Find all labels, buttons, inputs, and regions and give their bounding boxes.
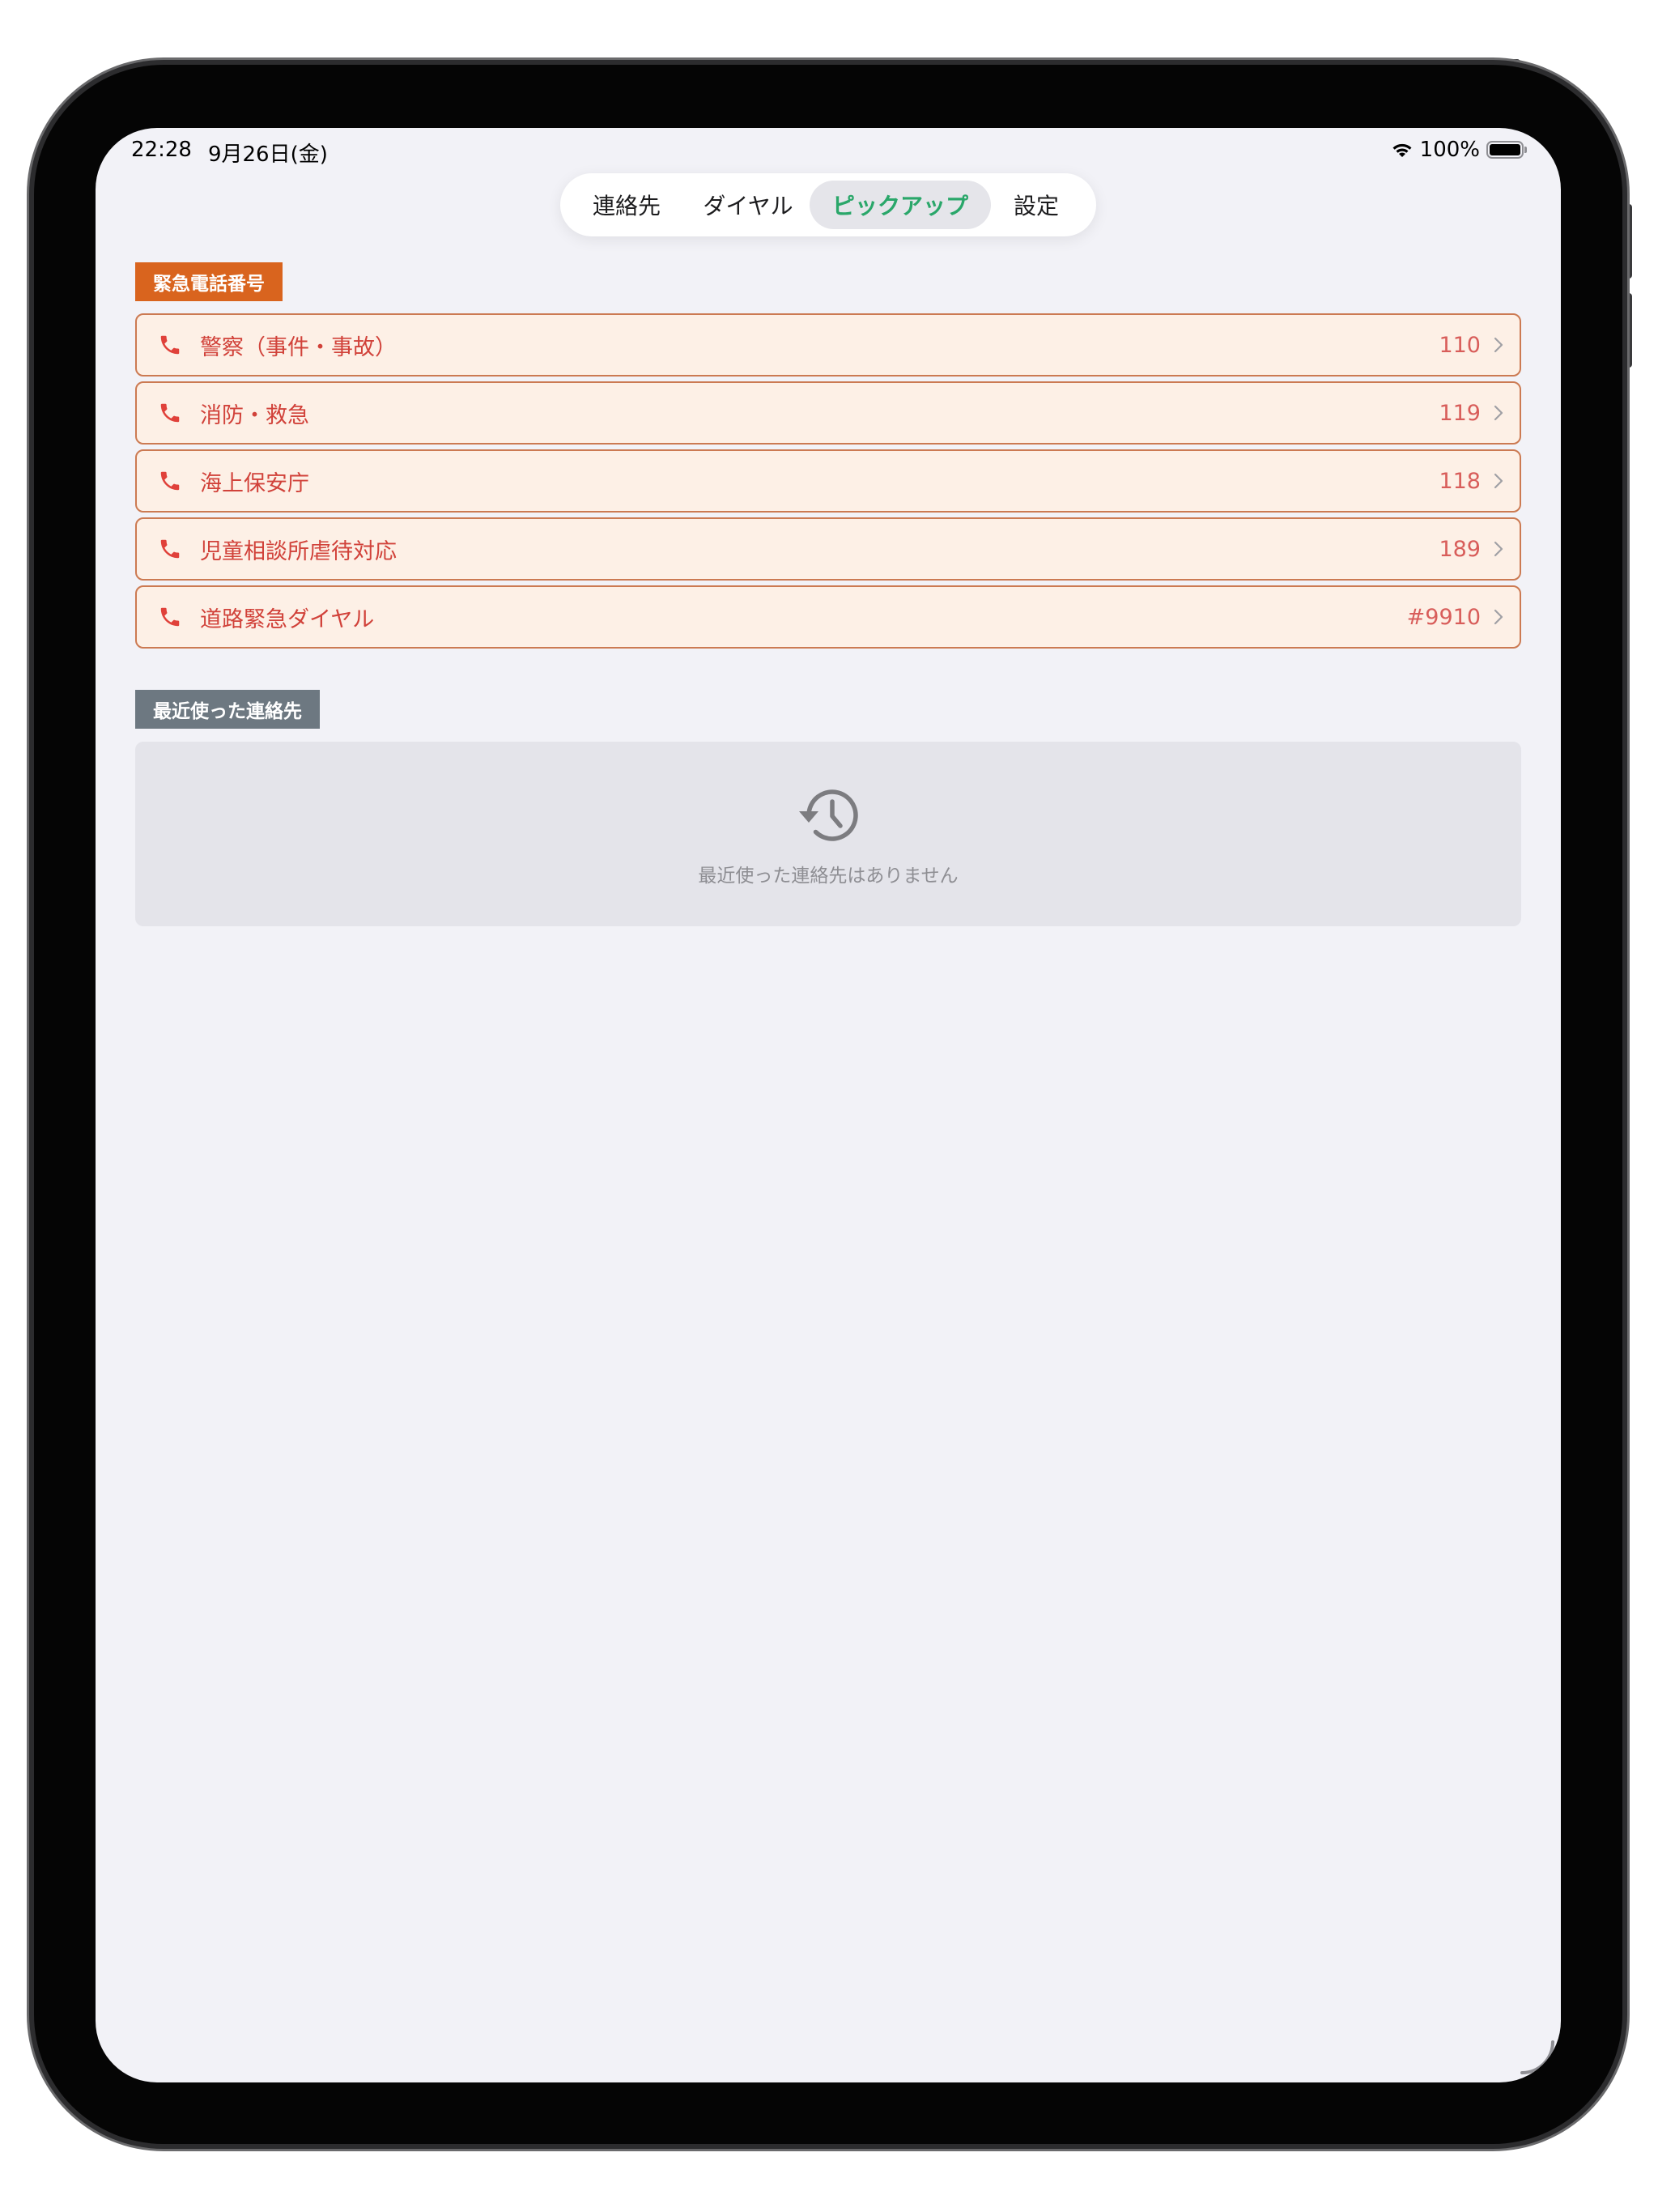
emergency-item-child-consultation[interactable]: 児童相談所虐待対応 189	[135, 517, 1521, 581]
emergency-item-number: 118	[1439, 468, 1481, 494]
chevron-right-icon	[1494, 609, 1503, 625]
emergency-list: 警察（事件・事故） 110 消防・救急 119 海上保安庁 118 児童相談所虐…	[135, 313, 1521, 649]
recent-section-title: 最近使った連絡先	[135, 690, 320, 729]
resize-handle-icon[interactable]	[1517, 2037, 1558, 2078]
battery-icon	[1486, 141, 1527, 159]
phone-icon	[160, 607, 180, 627]
battery-percent: 100%	[1419, 138, 1480, 162]
emergency-item-name: 児童相談所虐待対応	[200, 538, 397, 564]
tab-pickup[interactable]: ピックアップ	[810, 181, 991, 229]
emergency-item-number: 189	[1439, 536, 1481, 562]
emergency-item-name: 警察（事件・事故）	[200, 334, 397, 360]
volume-up-button	[1624, 204, 1632, 279]
history-icon	[799, 789, 858, 841]
status-time: 22:28	[131, 138, 192, 162]
recent-empty-message: 最近使った連絡先はありません	[698, 866, 959, 887]
emergency-item-number: 119	[1439, 400, 1481, 426]
phone-icon	[160, 539, 180, 559]
emergency-item-name: 道路緊急ダイヤル	[200, 606, 375, 632]
chevron-right-icon	[1494, 473, 1503, 489]
phone-icon	[160, 403, 180, 423]
recent-empty-card: 最近使った連絡先はありません	[135, 742, 1521, 926]
app-screen: 22:28 9月26日(金) 100% 連絡先 ダイヤル ピックアップ 設定 緊…	[96, 128, 1561, 2082]
phone-icon	[160, 471, 180, 491]
tab-dial[interactable]: ダイヤル	[687, 181, 810, 229]
wifi-icon	[1392, 143, 1412, 157]
emergency-item-name: 海上保安庁	[200, 470, 309, 496]
status-bar: 22:28 9月26日(金) 100%	[96, 128, 1561, 173]
phone-icon	[160, 335, 180, 355]
emergency-item-number: #9910	[1406, 604, 1481, 630]
emergency-item-name: 消防・救急	[200, 402, 309, 428]
status-right: 100%	[1391, 138, 1527, 162]
emergency-section-title: 緊急電話番号	[135, 262, 283, 301]
emergency-item-number: 110	[1439, 332, 1481, 358]
chevron-right-icon	[1494, 541, 1503, 557]
status-date: 9月26日(金)	[207, 143, 328, 167]
tab-settings[interactable]: 設定	[991, 181, 1082, 229]
emergency-item-coast-guard[interactable]: 海上保安庁 118	[135, 449, 1521, 513]
emergency-item-police[interactable]: 警察（事件・事故） 110	[135, 313, 1521, 376]
emergency-item-fire-ambulance[interactable]: 消防・救急 119	[135, 381, 1521, 445]
status-left: 22:28 9月26日(金)	[131, 138, 328, 168]
chevron-right-icon	[1494, 337, 1503, 353]
chevron-right-icon	[1494, 405, 1503, 421]
battery-fill	[1490, 144, 1520, 155]
emergency-item-road-emergency[interactable]: 道路緊急ダイヤル #9910	[135, 585, 1521, 649]
tab-contacts[interactable]: 連絡先	[567, 181, 687, 229]
volume-down-button	[1624, 293, 1632, 368]
tab-bar: 連絡先 ダイヤル ピックアップ 設定	[560, 173, 1096, 236]
